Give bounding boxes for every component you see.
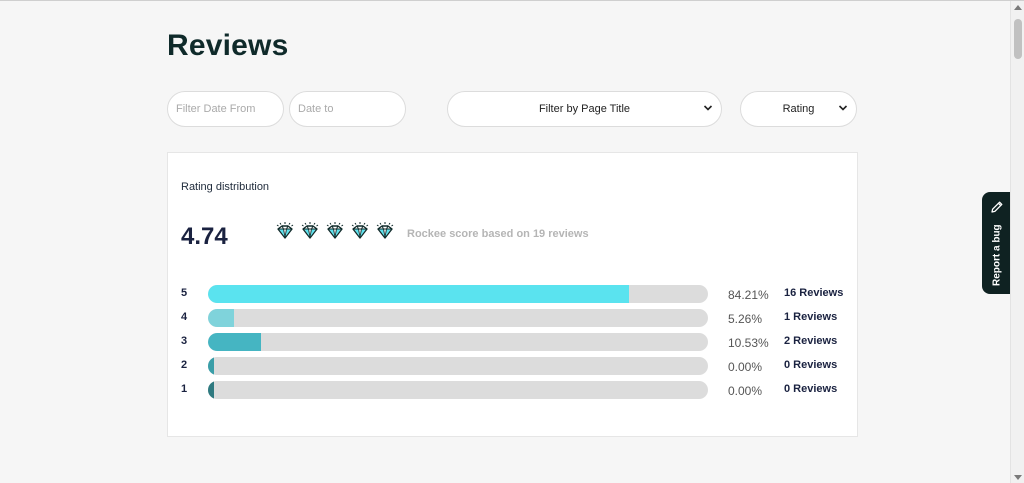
rating-review-count: 0 Reviews [784,383,838,395]
rating-review-count: 1 Reviews [784,311,838,323]
rating-gems [274,221,396,243]
rating-level-label: 5 [181,287,188,299]
pencil-icon [991,201,1003,213]
rating-level-label: 4 [181,311,188,323]
rating-select-label: Rating [782,103,815,115]
rating-bar-fill [208,357,214,375]
rating-bar-track [208,357,708,375]
score-note: Rockee score based on 19 reviews [407,228,589,240]
rating-percent: 10.53% [728,336,769,350]
average-score: 4.74 [181,223,228,250]
vertical-scrollbar[interactable] [1010,1,1024,483]
rating-percent: 0.00% [728,384,763,398]
distribution-title: Rating distribution [181,181,270,193]
rating-bar-track [208,309,708,327]
rating-review-count: 2 Reviews [784,335,838,347]
page-title: Reviews [167,29,289,62]
rating-bar-fill [208,381,214,399]
rating-bar-track [208,333,708,351]
rating-distribution-card: Rating distribution 4.74 Rockee score ba… [167,152,858,437]
diamond-icon [326,222,344,239]
rating-select[interactable]: Rating [740,91,857,127]
rating-bar-fill [208,333,261,351]
diamond-icon [301,222,319,239]
chevron-down-icon [703,105,713,111]
scroll-up-icon[interactable] [1014,5,1022,10]
report-bug-label: Report a bug [991,224,1003,286]
scroll-thumb[interactable] [1014,19,1022,59]
rating-level-label: 3 [181,335,188,347]
rating-percent: 5.26% [728,312,763,326]
date-from-input[interactable] [176,103,283,115]
distribution-row: 5 84.21% 16 Reviews [168,284,859,304]
rating-level-label: 1 [181,383,188,395]
rating-percent: 0.00% [728,360,763,374]
distribution-row: 4 5.26% 1 Reviews [168,308,859,328]
rating-percent: 84.21% [728,288,769,302]
diamond-icon [376,222,394,239]
rating-bar-fill [208,285,630,303]
distribution-row: 2 0.00% 0 Reviews [168,356,859,376]
date-from-field[interactable] [167,91,284,127]
rating-bar-fill [208,309,235,327]
report-bug-button[interactable]: Report a bug [982,192,1012,294]
page-title-select[interactable]: Filter by Page Title [447,91,722,127]
page-title-select-label: Filter by Page Title [538,103,631,115]
diamond-icon [351,222,369,239]
distribution-row: 3 10.53% 2 Reviews [168,332,859,352]
rating-bar-track [208,285,708,303]
rating-review-count: 16 Reviews [784,287,844,299]
chevron-down-icon [838,105,848,111]
scroll-down-icon[interactable] [1014,475,1022,480]
diamond-icon [276,222,294,239]
rating-review-count: 0 Reviews [784,359,838,371]
date-to-field[interactable] [289,91,406,127]
date-to-input[interactable] [298,103,405,115]
rating-bar-track [208,381,708,399]
rating-level-label: 2 [181,359,188,371]
distribution-row: 1 0.00% 0 Reviews [168,380,859,400]
